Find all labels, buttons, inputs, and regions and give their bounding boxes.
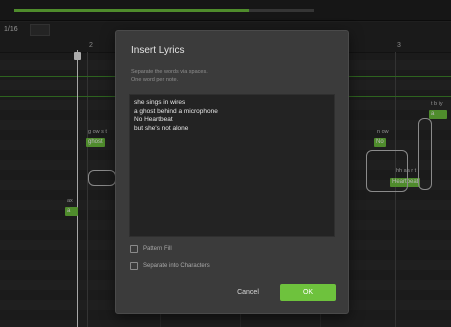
pattern-fill-label: Pattern Fill: [143, 246, 172, 252]
cancel-button[interactable]: Cancel: [224, 284, 272, 301]
separate-characters-option[interactable]: Separate into Characters: [130, 262, 210, 270]
pattern-fill-checkbox[interactable]: [130, 245, 138, 253]
separate-characters-checkbox[interactable]: [130, 262, 138, 270]
lyrics-textarea[interactable]: she sings in wires a ghost behind a micr…: [129, 94, 335, 237]
ok-button[interactable]: OK: [280, 284, 336, 301]
dialog-title: Insert Lyrics: [131, 45, 185, 56]
dialog-hint: Separate the words via spaces. One word …: [131, 69, 208, 83]
separate-characters-label: Separate into Characters: [143, 263, 210, 269]
pattern-fill-option[interactable]: Pattern Fill: [130, 245, 172, 253]
insert-lyrics-dialog: Insert Lyrics Separate the words via spa…: [115, 30, 349, 314]
